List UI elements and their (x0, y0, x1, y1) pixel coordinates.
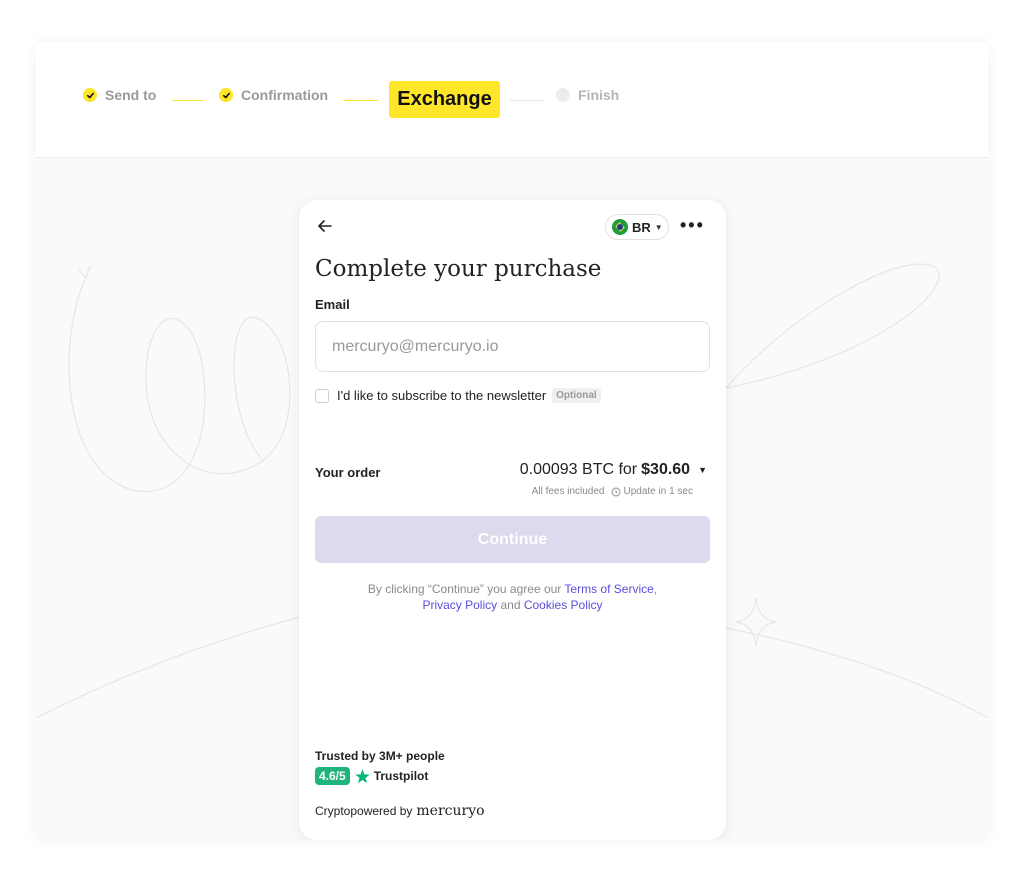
terms-link[interactable]: Terms of Service (564, 582, 653, 596)
page-title: Complete your purchase (315, 256, 602, 282)
country-code: BR (632, 219, 651, 235)
order-fiat-amount: $30.60 (641, 461, 691, 478)
legal-notice: By clicking “Continue” you agree our Ter… (315, 581, 710, 613)
order-crypto-amount: 0.00093 BTC for (519, 461, 638, 478)
powered-by: Cryptopowered by mercuryo (315, 803, 485, 819)
progress-stepper: Send to Confirmation Exchange Finish (36, 42, 988, 158)
mercuryo-logo: mercuryo (416, 803, 485, 819)
chevron-down-icon: ▼ (654, 222, 663, 232)
check-icon (219, 88, 233, 102)
rating-badge: 4.6/5 (315, 767, 350, 785)
step-connector (344, 100, 378, 101)
step-connector (510, 100, 544, 101)
optional-badge: Optional (552, 388, 601, 403)
continue-button[interactable]: Continue (315, 516, 710, 563)
brazil-flag-icon (612, 219, 628, 235)
privacy-link[interactable]: Privacy Policy (422, 598, 497, 612)
step-connector (172, 100, 204, 101)
back-arrow-icon[interactable] (315, 216, 335, 236)
and-text: and (500, 598, 521, 612)
order-label: Your order (315, 465, 381, 480)
legal-prefix: By clicking “Continue” you agree our (367, 582, 562, 596)
step-send-to: Send to (83, 87, 156, 103)
email-label: Email (315, 297, 350, 312)
newsletter-label[interactable]: I'd like to subscribe to the newsletter (337, 388, 546, 403)
trustpilot-star-icon (354, 768, 370, 783)
powered-prefix: Cryptopowered by (315, 804, 413, 818)
fees-info: All fees included Update in 1 sec (532, 486, 693, 497)
newsletter-row: I'd like to subscribe to the newsletter … (315, 388, 601, 403)
fees-text: All fees included (531, 486, 605, 497)
trusted-text: Trusted by 3M+ people (315, 749, 445, 763)
order-summary-toggle[interactable]: 0.00093 BTC for $30.60 ▼ (520, 461, 707, 479)
country-selector[interactable]: BR ▼ (605, 214, 669, 240)
step-label: Finish (578, 87, 620, 103)
trustpilot-label: Trustpilot (373, 769, 429, 783)
pending-dot-icon (556, 88, 570, 102)
trustpilot-rating[interactable]: 4.6/5 Trustpilot (315, 767, 428, 785)
email-input[interactable] (315, 321, 710, 372)
update-timer: Update in 1 sec (623, 486, 694, 497)
cookies-link[interactable]: Cookies Policy (524, 598, 603, 612)
comma: , (653, 582, 658, 596)
newsletter-checkbox[interactable] (315, 388, 329, 403)
more-options-icon[interactable]: ••• (680, 215, 705, 236)
chevron-down-icon: ▼ (698, 465, 707, 475)
step-confirmation: Confirmation (219, 87, 328, 103)
purchase-widget: BR ▼ ••• Complete your purchase Email I'… (299, 200, 726, 840)
step-exchange-active: Exchange (389, 81, 500, 118)
step-finish: Finish (556, 87, 619, 103)
clock-icon (611, 487, 620, 496)
page-container: Send to Confirmation Exchange Finish BR (36, 42, 988, 840)
step-label: Confirmation (241, 87, 329, 103)
step-label: Send to (105, 87, 157, 103)
check-icon (83, 88, 97, 102)
